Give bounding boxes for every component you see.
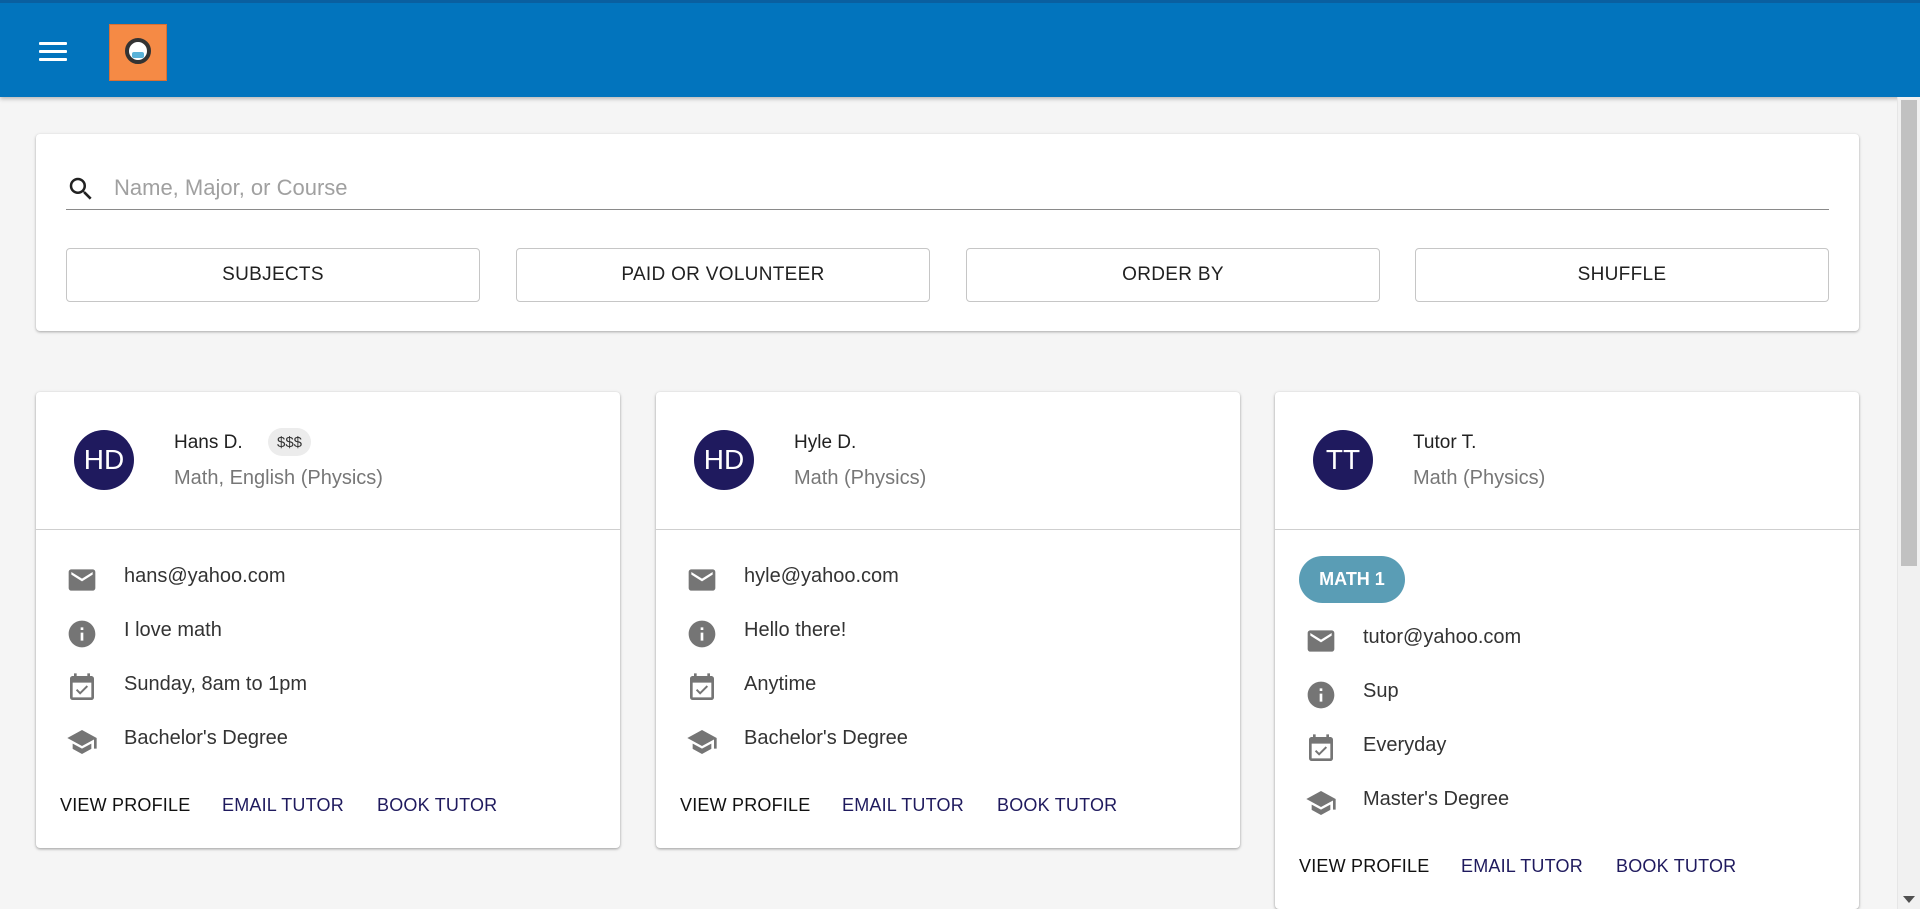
calendar-check-icon: [690, 673, 714, 700]
tutor-subjects: Math (Physics): [1413, 467, 1546, 489]
degree-row: Bachelor's Degree: [656, 714, 1240, 768]
tutor-card-actions: VIEW PROFILE EMAIL TUTOR BOOK TUTOR: [1275, 829, 1859, 909]
app-bar: [0, 0, 1920, 97]
availability-row: Anytime: [656, 660, 1240, 714]
book-tutor-button[interactable]: BOOK TUTOR: [377, 795, 497, 816]
bio-row: I love math: [36, 606, 620, 660]
tutor-name: Tutor T.: [1413, 432, 1477, 453]
graduation-cap-icon: [1306, 791, 1336, 815]
email-icon: [1307, 630, 1335, 652]
info-icon: [68, 620, 96, 648]
tutor-name: Hyle D.: [794, 432, 857, 453]
tutor-email: hyle@yahoo.com: [744, 565, 899, 587]
view-profile-button[interactable]: VIEW PROFILE: [680, 795, 810, 816]
scrollbar-thumb[interactable]: [1901, 100, 1917, 566]
view-profile-button[interactable]: VIEW PROFILE: [60, 795, 190, 816]
page-scrollbar[interactable]: [1897, 97, 1920, 909]
tutor-bio: I love math: [124, 619, 222, 641]
email-icon: [688, 569, 716, 591]
tutor-card-body: hyle@yahoo.com Hello there! Anytime Bach…: [656, 530, 1240, 768]
info-icon: [1307, 681, 1335, 709]
tutor-bio: Hello there!: [744, 619, 847, 641]
shuffle-button[interactable]: SHUFFLE: [1415, 248, 1829, 302]
email-row: tutor@yahoo.com: [1275, 613, 1859, 667]
view-profile-button[interactable]: VIEW PROFILE: [1299, 856, 1429, 877]
search-field: [66, 164, 1829, 210]
tutor-availability: Anytime: [744, 673, 817, 695]
menu-icon[interactable]: [36, 37, 70, 67]
app-logo[interactable]: [109, 24, 167, 81]
info-icon: [688, 620, 716, 648]
degree-row: Master's Degree: [1275, 775, 1859, 829]
tutor-email: tutor@yahoo.com: [1363, 626, 1522, 648]
avatar: TT: [1313, 430, 1373, 490]
graduation-cap-icon: [67, 730, 97, 754]
search-input[interactable]: [114, 172, 1814, 204]
email-tutor-button[interactable]: EMAIL TUTOR: [842, 795, 964, 816]
tutor-card-actions: VIEW PROFILE EMAIL TUTOR BOOK TUTOR: [656, 768, 1240, 848]
tutor-availability: Sunday, 8am to 1pm: [124, 673, 308, 695]
tutor-card: HD Hans D. $$$ Math, English (Physics) h…: [36, 392, 620, 848]
email-tutor-button[interactable]: EMAIL TUTOR: [1461, 856, 1583, 877]
tutor-email: hans@yahoo.com: [124, 565, 286, 587]
availability-row: Everyday: [1275, 721, 1859, 775]
tutor-degree: Bachelor's Degree: [744, 727, 908, 749]
tutor-card: TT Tutor T. Math (Physics) MATH 1 tutor@…: [1275, 392, 1859, 909]
search-icon[interactable]: [66, 174, 96, 204]
tutor-card-actions: VIEW PROFILE EMAIL TUTOR BOOK TUTOR: [36, 768, 620, 848]
tutor-card-body: MATH 1 tutor@yahoo.com Sup Everyday Mast…: [1275, 530, 1859, 829]
search-panel: SUBJECTS PAID OR VOLUNTEER ORDER BY SHUF…: [36, 134, 1859, 331]
email-tutor-button[interactable]: EMAIL TUTOR: [222, 795, 344, 816]
tutor-subjects: Math (Physics): [794, 467, 927, 489]
bio-row: Sup: [1275, 667, 1859, 721]
tutor-card-header: TT Tutor T. Math (Physics): [1275, 392, 1859, 530]
tutor-degree: Bachelor's Degree: [124, 727, 288, 749]
avatar: HD: [74, 430, 134, 490]
course-chip[interactable]: MATH 1: [1299, 556, 1405, 603]
tutor-name: Hans D.: [174, 432, 243, 453]
graduation-cap-icon: [687, 730, 717, 754]
book-tutor-button[interactable]: BOOK TUTOR: [997, 795, 1117, 816]
paid-or-volunteer-filter-button[interactable]: PAID OR VOLUNTEER: [516, 248, 930, 302]
book-tutor-button[interactable]: BOOK TUTOR: [1616, 856, 1736, 877]
tutor-card: HD Hyle D. Math (Physics) hyle@yahoo.com…: [656, 392, 1240, 848]
avatar: HD: [694, 430, 754, 490]
subjects-filter-button[interactable]: SUBJECTS: [66, 248, 480, 302]
tutor-subjects: Math, English (Physics): [174, 467, 383, 489]
bio-row: Hello there!: [656, 606, 1240, 660]
degree-row: Bachelor's Degree: [36, 714, 620, 768]
price-badge: $$$: [268, 428, 312, 456]
calendar-check-icon: [70, 673, 94, 700]
logo-mascot-icon: [125, 38, 151, 64]
tutor-card-header: HD Hans D. $$$ Math, English (Physics): [36, 392, 620, 530]
tutor-availability: Everyday: [1363, 734, 1447, 756]
order-by-button[interactable]: ORDER BY: [966, 248, 1380, 302]
tutor-card-header: HD Hyle D. Math (Physics): [656, 392, 1240, 530]
email-row: hyle@yahoo.com: [656, 552, 1240, 606]
email-row: hans@yahoo.com: [36, 552, 620, 606]
tutor-card-body: hans@yahoo.com I love math Sunday, 8am t…: [36, 530, 620, 768]
email-icon: [68, 569, 96, 591]
calendar-check-icon: [1309, 734, 1333, 761]
availability-row: Sunday, 8am to 1pm: [36, 660, 620, 714]
scroll-down-arrow-icon[interactable]: [1903, 896, 1915, 903]
tutor-degree: Master's Degree: [1363, 788, 1510, 810]
tutor-bio: Sup: [1363, 680, 1399, 702]
